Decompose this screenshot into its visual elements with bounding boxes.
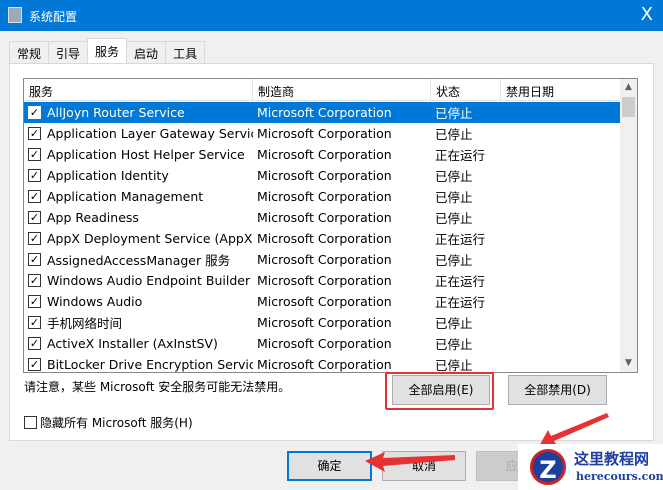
security-note: 请注意，某些 Microsoft 安全服务可能无法禁用。 xyxy=(24,380,291,394)
service-status: 正在运行 xyxy=(435,295,486,310)
tab-tools[interactable]: 工具 xyxy=(165,41,206,63)
app-icon xyxy=(8,7,22,23)
service-checkbox[interactable]: ✓ xyxy=(28,169,41,182)
service-manufacturer: Microsoft Corporation xyxy=(257,315,392,330)
service-status: 已停止 xyxy=(435,127,473,142)
service-manufacturer: Microsoft Corporation xyxy=(257,147,392,162)
service-manufacturer: Microsoft Corporation xyxy=(257,168,392,183)
disable-all-button[interactable]: 全部禁用(D) xyxy=(508,375,607,405)
service-manufacturer: Microsoft Corporation xyxy=(257,252,392,267)
service-name: App Readiness xyxy=(47,210,139,225)
service-name: 手机网络时间 xyxy=(47,316,123,331)
service-manufacturer: Microsoft Corporation xyxy=(257,126,392,141)
service-manufacturer: Microsoft Corporation xyxy=(257,273,392,288)
service-checkbox[interactable]: ✓ xyxy=(28,295,41,308)
service-manufacturer: Microsoft Corporation xyxy=(257,231,392,246)
service-row[interactable]: ✓ AssignedAccessManager 服务 Microsoft Corp… xyxy=(24,249,620,270)
service-row[interactable]: ✓ BitLocker Drive Encryption Service Micr… xyxy=(24,354,620,373)
service-name: Application Layer Gateway Service xyxy=(47,126,253,141)
service-checkbox[interactable]: ✓ xyxy=(28,337,41,350)
service-name: AllJoyn Router Service xyxy=(47,105,185,120)
watermark: Z 这里教程网 herecours.com xyxy=(518,444,663,490)
list-header: 服务 制造商 状态 禁用日期 xyxy=(24,79,620,101)
tab-startup[interactable]: 启动 xyxy=(126,41,167,63)
service-row[interactable]: ✓ Application Management Microsoft Corpor… xyxy=(24,186,620,207)
close-button[interactable]: X xyxy=(641,4,653,25)
watermark-url: herecours.com xyxy=(576,470,663,483)
service-status: 正在运行 xyxy=(435,274,486,289)
services-list[interactable]: 服务 制造商 状态 禁用日期 ✓ AllJoyn Router Service M… xyxy=(23,78,638,373)
column-disabled-date[interactable]: 禁用日期 xyxy=(501,79,620,101)
service-name: Windows Audio Endpoint Builder xyxy=(47,273,251,288)
service-manufacturer: Microsoft Corporation xyxy=(257,357,392,372)
service-checkbox[interactable]: ✓ xyxy=(28,253,41,266)
service-row[interactable]: ✓ Application Host Helper Service Microso… xyxy=(24,144,620,165)
service-row[interactable]: ✓ App Readiness Microsoft Corporation 已停止 xyxy=(24,207,620,228)
service-status: 正在运行 xyxy=(435,148,486,163)
checkbox-icon xyxy=(24,416,37,429)
service-name: AssignedAccessManager 服务 xyxy=(47,253,231,268)
column-manufacturer[interactable]: 制造商 xyxy=(253,79,431,101)
column-service[interactable]: 服务 xyxy=(24,79,253,101)
service-row[interactable]: ✓ AppX Deployment Service (AppX... Micros… xyxy=(24,228,620,249)
service-checkbox[interactable]: ✓ xyxy=(28,148,41,161)
tab-general[interactable]: 常规 xyxy=(9,41,50,63)
highlight-box xyxy=(385,372,494,410)
service-status: 已停止 xyxy=(435,358,473,373)
service-status: 已停止 xyxy=(435,190,473,205)
service-status: 已停止 xyxy=(435,337,473,352)
service-manufacturer: Microsoft Corporation xyxy=(257,294,392,309)
watermark-name: 这里教程网 xyxy=(574,450,650,468)
service-name: Application Identity xyxy=(47,168,169,183)
cancel-button[interactable]: 取消 xyxy=(382,451,466,481)
title-bar: 系统配置 X xyxy=(0,0,663,31)
column-status[interactable]: 状态 xyxy=(431,79,501,101)
service-name: Application Host Helper Service xyxy=(47,147,245,162)
service-name: AppX Deployment Service (AppX... xyxy=(47,231,253,246)
service-checkbox[interactable]: ✓ xyxy=(28,232,41,245)
tab-services[interactable]: 服务 xyxy=(87,38,128,63)
service-name: BitLocker Drive Encryption Service xyxy=(47,357,253,372)
service-checkbox[interactable]: ✓ xyxy=(28,274,41,287)
scroll-up-icon[interactable]: ▲ xyxy=(620,79,637,96)
service-status: 正在运行 xyxy=(435,232,486,247)
ok-button[interactable]: 确定 xyxy=(287,451,372,481)
service-status: 已停止 xyxy=(435,106,473,121)
hide-ms-label: 隐藏所有 Microsoft 服务(H) xyxy=(40,416,193,430)
service-checkbox[interactable]: ✓ xyxy=(28,316,41,329)
service-manufacturer: Microsoft Corporation xyxy=(257,336,392,351)
scroll-thumb[interactable] xyxy=(622,97,635,117)
service-name: Windows Audio xyxy=(47,294,143,309)
service-row[interactable]: ✓ 手机网络时间 Microsoft Corporation 已停止 xyxy=(24,312,620,333)
hide-ms-services-checkbox[interactable]: 隐藏所有 Microsoft 服务(H) xyxy=(24,414,193,431)
vertical-scrollbar[interactable]: ▲ ▼ xyxy=(620,79,637,372)
service-status: 已停止 xyxy=(435,211,473,226)
service-row[interactable]: ✓ AllJoyn Router Service Microsoft Corpor… xyxy=(24,102,620,123)
service-manufacturer: Microsoft Corporation xyxy=(257,189,392,204)
service-checkbox[interactable]: ✓ xyxy=(28,190,41,203)
service-row[interactable]: ✓ Application Layer Gateway Service Micro… xyxy=(24,123,620,144)
service-name: ActiveX Installer (AxInstSV) xyxy=(47,336,218,351)
service-manufacturer: Microsoft Corporation xyxy=(257,210,392,225)
window-title: 系统配置 xyxy=(29,10,78,24)
service-status: 已停止 xyxy=(435,169,473,184)
service-status: 已停止 xyxy=(435,253,473,268)
scroll-down-icon[interactable]: ▼ xyxy=(620,355,637,372)
service-status: 已停止 xyxy=(435,316,473,331)
service-checkbox[interactable]: ✓ xyxy=(28,211,41,224)
tab-bar: 常规 引导 服务 启动 工具 xyxy=(9,38,206,63)
service-checkbox[interactable]: ✓ xyxy=(28,127,41,140)
service-row[interactable]: ✓ Windows Audio Microsoft Corporation 正在运… xyxy=(24,291,620,312)
service-row[interactable]: ✓ Application Identity Microsoft Corporat… xyxy=(24,165,620,186)
service-checkbox[interactable]: ✓ xyxy=(28,106,41,119)
service-row[interactable]: ✓ ActiveX Installer (AxInstSV) Microsoft … xyxy=(24,333,620,354)
tab-boot[interactable]: 引导 xyxy=(48,41,89,63)
watermark-logo-icon: Z xyxy=(530,449,566,485)
service-name: Application Management xyxy=(47,189,204,204)
service-checkbox[interactable]: ✓ xyxy=(28,358,41,371)
service-row[interactable]: ✓ Windows Audio Endpoint Builder Microsof… xyxy=(24,270,620,291)
service-manufacturer: Microsoft Corporation xyxy=(257,105,392,120)
